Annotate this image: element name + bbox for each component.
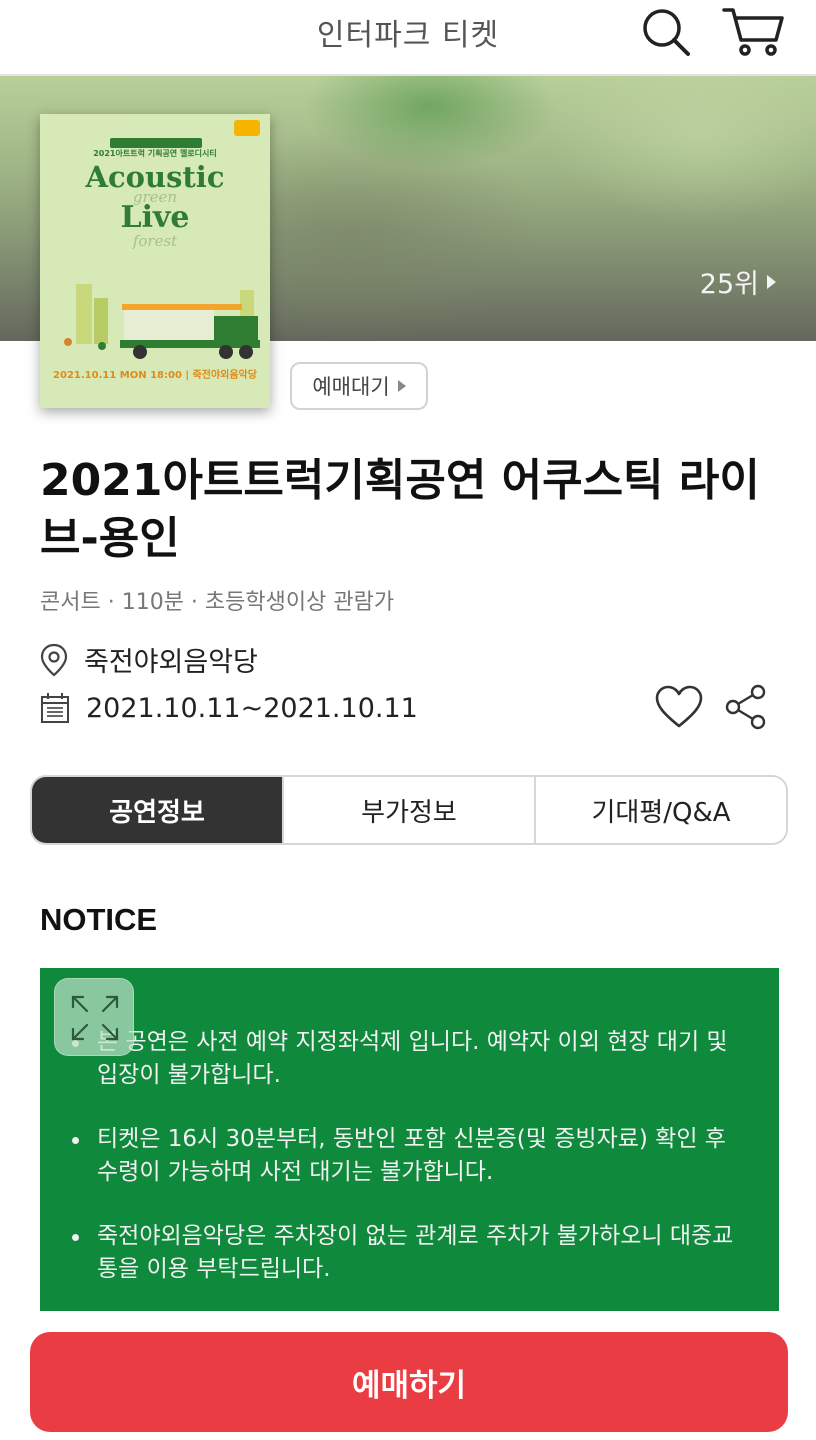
- calendar-icon: [41, 693, 69, 723]
- poster-logo: [234, 120, 260, 136]
- notice-list: 본 공연은 사전 예약 지정좌석제 입니다. 예약자 이외 현장 대기 및 입장…: [70, 1026, 749, 1286]
- poster-title-live: Live: [120, 200, 190, 235]
- tab-reviews-qa[interactable]: 기대평/Q&A: [534, 777, 786, 843]
- search-icon[interactable]: [640, 6, 692, 58]
- venue-row[interactable]: 죽전야외음악당: [40, 640, 258, 679]
- notice-heading: NOTICE: [40, 902, 158, 937]
- venue-name: 죽전야외음악당: [84, 647, 258, 678]
- show-poster[interactable]: 2021아트트럭 기획공연 멜로디시티 Acoustic green Live …: [40, 114, 270, 408]
- poster-subtitle: 2021아트트럭 기획공연 멜로디시티: [93, 149, 217, 158]
- notice-item: 본 공연은 사전 예약 지정좌석제 입니다. 예약자 이외 현장 대기 및 입장…: [70, 1026, 749, 1092]
- poster-illustration: [64, 284, 260, 359]
- notice-box: 본 공연은 사전 예약 지정좌석제 입니다. 예약자 이외 현장 대기 및 입장…: [40, 968, 779, 1311]
- notice-item: 죽전야외음악당은 주차장이 없는 관계로 주차가 불가하오니 대중교통을 이용 …: [70, 1220, 749, 1286]
- chevron-right-icon: [767, 274, 776, 289]
- booking-status-label: 예매대기: [312, 375, 390, 399]
- expand-button[interactable]: [54, 978, 134, 1056]
- ranking-link[interactable]: 25위: [700, 262, 776, 301]
- show-title: 2021아트트럭기획공연 어쿠스틱 라이브-용인: [40, 455, 760, 564]
- expand-icon: [71, 995, 119, 1041]
- tab-additional-info[interactable]: 부가정보: [282, 777, 534, 843]
- cart-icon[interactable]: [722, 4, 784, 60]
- info-tabs: 공연정보 부가정보 기대평/Q&A: [30, 775, 788, 845]
- show-period: 2021.10.11~2021.10.11: [86, 692, 418, 724]
- location-pin-icon: [40, 643, 68, 676]
- poster-title-forest: forest: [132, 232, 178, 250]
- notice-item: 티켓은 16시 30분부터, 동반인 포함 신분증(및 증빙자료) 확인 후 수…: [70, 1123, 749, 1189]
- share-icon[interactable]: [724, 684, 768, 730]
- poster-date: 2021.10.11 MON 18:00 | 죽전야외음악당: [53, 370, 257, 381]
- header-title: 인터파크 티켓: [316, 18, 500, 53]
- chevron-right-icon: [397, 380, 406, 392]
- book-button-label: 예매하기: [351, 1367, 467, 1404]
- app-header: 인터파크 티켓: [0, 0, 816, 76]
- date-row: 2021.10.11~2021.10.11: [40, 692, 418, 724]
- ranking-label: 25위: [699, 269, 759, 300]
- show-meta: 콘서트 · 110분 · 초등학생이상 관람가: [40, 590, 395, 615]
- tab-performance-info[interactable]: 공연정보: [32, 777, 282, 843]
- poster-header-band: [110, 138, 202, 148]
- heart-icon[interactable]: [654, 684, 704, 730]
- book-button[interactable]: 예매하기: [30, 1332, 788, 1432]
- booking-status-button[interactable]: 예매대기: [290, 362, 428, 410]
